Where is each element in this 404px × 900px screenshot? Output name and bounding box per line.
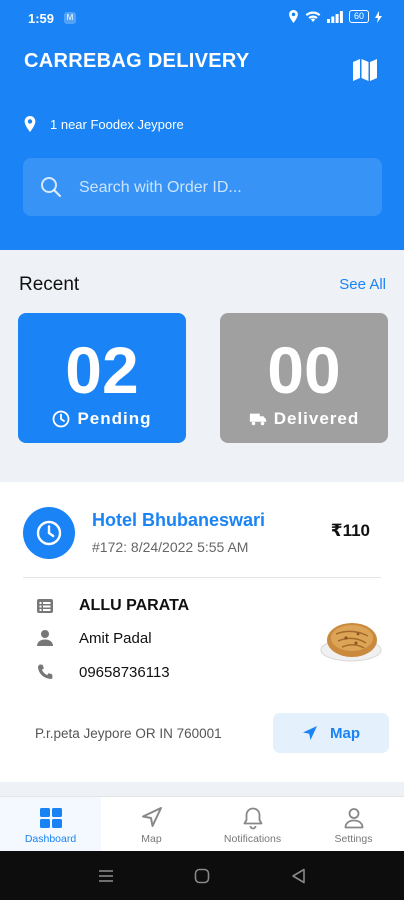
bottom-navigation: Dashboard Map Notifications Settings [0, 796, 404, 852]
app-title: CARREBAG DELIVERY [24, 50, 250, 72]
nav-dashboard-label: Dashboard [24, 833, 77, 845]
person-icon [37, 630, 53, 646]
back-icon[interactable] [291, 868, 307, 884]
food-image [320, 623, 382, 662]
search-box[interactable] [23, 158, 382, 218]
signal-icon [326, 10, 343, 23]
clock-icon [53, 410, 70, 428]
recent-heading: Recent [19, 274, 80, 295]
search-icon [41, 177, 62, 198]
location-pin-icon [24, 116, 36, 132]
current-location[interactable]: 1 near Foodex Jeypore [24, 116, 184, 132]
customer-phone: 09658736113 [79, 663, 170, 681]
order-price: ₹110 [330, 521, 370, 540]
delivered-count: 00 [267, 333, 341, 407]
charging-icon [375, 10, 382, 23]
nav-settings-label: Settings [334, 833, 373, 845]
map-button-label: Map [330, 724, 360, 742]
see-all-link[interactable]: See All [339, 276, 386, 293]
order-id-datetime: #172: 8/24/2022 5:55 AM [92, 539, 249, 555]
header: 1:59 M 60 CARREBAG DELIVERY 1 near Foode… [0, 0, 404, 250]
divider [23, 577, 381, 578]
notification-app-icon: M [64, 12, 76, 24]
nav-map[interactable]: Map [101, 797, 202, 852]
home-icon[interactable] [194, 868, 210, 884]
order-item-row: ALLU PARATA [36, 597, 189, 615]
nav-map-label: Map [141, 833, 162, 845]
system-navigation-bar [0, 851, 404, 900]
clock-icon [36, 520, 62, 546]
navigation-arrow-icon [303, 726, 317, 740]
delivered-label: Delivered [273, 409, 360, 428]
status-time: 1:59 [28, 11, 55, 26]
nav-settings[interactable]: Settings [303, 797, 404, 852]
order-status-badge [23, 507, 75, 559]
order-card[interactable]: Hotel Bhubaneswari #172: 8/24/2022 5:55 … [0, 482, 404, 782]
pending-label-row: Pending [18, 409, 186, 429]
navigation-arrow-icon [141, 807, 162, 827]
battery-indicator: 60 [348, 10, 369, 23]
pending-card[interactable]: 02 Pending [18, 313, 186, 443]
bell-icon [243, 807, 262, 830]
item-name: ALLU PARATA [79, 597, 190, 614]
map-button[interactable]: Map [273, 713, 389, 753]
wifi-icon [305, 11, 321, 22]
restaurant-name: Hotel Bhubaneswari [92, 510, 266, 530]
customer-row: Amit Padal [36, 629, 152, 647]
recent-apps-icon[interactable] [98, 868, 114, 884]
phone-icon [37, 664, 53, 680]
order-search-input[interactable] [77, 158, 371, 218]
location-status-icon [289, 10, 298, 23]
dashboard-icon [39, 808, 62, 828]
customer-name: Amit Padal [79, 629, 152, 647]
pending-count: 02 [65, 333, 139, 407]
delivered-card[interactable]: 00 Delivered [220, 313, 388, 443]
delivered-label-row: Delivered [220, 409, 388, 429]
pending-label: Pending [77, 409, 152, 428]
list-icon [37, 599, 53, 613]
truck-icon [249, 413, 266, 426]
nav-notifications[interactable]: Notifications [202, 797, 303, 852]
location-text: 1 near Foodex Jeypore [50, 116, 184, 132]
nav-dashboard[interactable]: Dashboard [0, 797, 101, 852]
phone-row[interactable]: 09658736113 [36, 663, 170, 681]
nav-notifications-label: Notifications [223, 833, 282, 845]
user-icon [344, 808, 363, 829]
map-icon[interactable] [352, 58, 378, 82]
status-bar: 1:59 M 60 [0, 0, 404, 36]
status-indicators: 60 [288, 10, 382, 23]
delivery-address: P.r.peta Jeypore OR IN 760001 [35, 726, 222, 741]
